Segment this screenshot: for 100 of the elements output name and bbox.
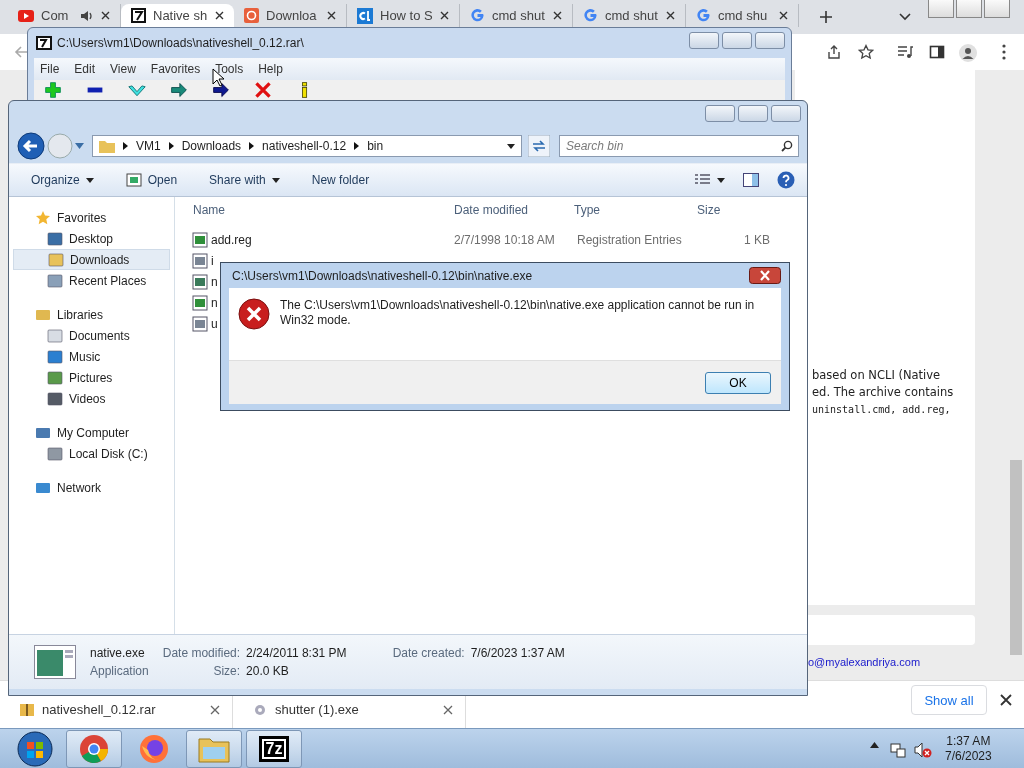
browser-icon	[139, 733, 169, 764]
sidebar-item[interactable]: Network	[9, 477, 174, 498]
menu-icon[interactable]	[1002, 44, 1006, 60]
close-icon[interactable]	[327, 11, 336, 20]
taskbar-button[interactable]: 7z	[246, 729, 302, 768]
menu-item[interactable]: Tools	[215, 62, 244, 76]
sidebar-item[interactable]: Music	[9, 346, 174, 367]
chevron-icon[interactable]	[899, 13, 911, 21]
search-field[interactable]: Search bin	[559, 135, 799, 157]
sidebar-item[interactable]: Desktop	[9, 228, 174, 249]
column-header[interactable]: Date modified	[454, 203, 574, 217]
close-icon[interactable]	[440, 11, 449, 20]
sidebar-item[interactable]: Videos	[9, 388, 174, 409]
profile-icon[interactable]	[959, 44, 977, 62]
close-icon[interactable]	[666, 11, 675, 20]
arrow-icon[interactable]	[170, 81, 188, 99]
close-icon[interactable]	[1000, 694, 1012, 706]
speaker-icon[interactable]	[80, 9, 94, 22]
close-icon[interactable]	[553, 11, 562, 20]
start-button[interactable]	[15, 729, 55, 768]
column-header[interactable]: Name	[193, 203, 454, 217]
toolbar-button[interactable]: Open	[117, 169, 186, 191]
sidebar-item[interactable]: Pictures	[9, 367, 174, 388]
back-arrow-icon[interactable]	[14, 45, 28, 59]
close-icon[interactable]	[210, 704, 220, 715]
window-controls[interactable]	[689, 32, 785, 49]
sidebar-item[interactable]: Downloads	[13, 249, 170, 270]
plus-icon[interactable]	[44, 81, 62, 99]
desktop-icon	[47, 230, 63, 247]
scrollbar-thumb[interactable]	[1010, 460, 1022, 655]
close-icon[interactable]	[215, 11, 224, 20]
close-icon[interactable]	[101, 11, 110, 20]
clock-time[interactable]: 1:37 AM	[946, 734, 991, 749]
view-options-icon[interactable]	[695, 174, 725, 186]
side-panel-icon[interactable]	[929, 44, 945, 60]
clock-date[interactable]: 7/6/2023	[945, 749, 992, 764]
pictures-icon	[47, 369, 63, 386]
menu-item[interactable]: Edit	[74, 62, 96, 76]
close-button[interactable]	[749, 267, 781, 284]
menu-item[interactable]: Help	[258, 62, 283, 76]
field-value: 7/6/2023 1:37 AM	[470, 646, 565, 660]
chevron-right-icon[interactable]	[354, 142, 360, 150]
address-bar[interactable]: VM1 Downloads nativeshell-0.12 bin	[92, 135, 522, 157]
browser-tab[interactable]: Native sh	[121, 4, 234, 27]
sidebar-item[interactable]: Recent Places	[9, 270, 174, 291]
column-header[interactable]: Size	[694, 203, 767, 217]
network-icon[interactable]	[890, 742, 906, 758]
search-icon[interactable]	[781, 140, 793, 152]
playlist-icon[interactable]	[897, 44, 913, 60]
show-hidden-icons[interactable]	[870, 742, 879, 748]
menu-item[interactable]: View	[110, 62, 136, 76]
column-header[interactable]: Type	[574, 203, 694, 217]
download-item[interactable]: shutter (1).exe	[275, 702, 435, 717]
download-item[interactable]: nativeshell_0.12.rar	[42, 702, 202, 717]
videos-icon	[47, 390, 63, 407]
star-icon	[35, 209, 51, 226]
document-icon	[47, 327, 63, 344]
folder-icon	[99, 139, 115, 153]
sidebar-item[interactable]: Libraries	[9, 304, 174, 325]
chevron-right-icon[interactable]	[249, 142, 255, 150]
preview-pane-icon[interactable]	[743, 173, 759, 187]
back-button[interactable]	[17, 132, 45, 160]
article-text: based on NCLI (Native	[812, 367, 942, 384]
muted-speaker-icon[interactable]	[914, 742, 932, 758]
show-all-button[interactable]: Show all	[911, 685, 987, 715]
field-value: 2/24/2011 8:31 PM	[246, 646, 347, 660]
star-icon[interactable]	[858, 44, 874, 60]
help-icon[interactable]	[777, 171, 795, 189]
chevron-right-icon[interactable]	[168, 142, 174, 150]
close-icon[interactable]	[443, 704, 453, 715]
sidebar-item[interactable]: My Computer	[9, 422, 174, 443]
breadcrumb-item[interactable]: VM1	[136, 139, 161, 153]
breadcrumb-item[interactable]: nativeshell-0.12	[262, 139, 347, 153]
breadcrumb-item[interactable]: bin	[367, 139, 384, 153]
toolbar-button[interactable]: Organize	[23, 169, 102, 191]
ok-button[interactable]: OK	[705, 371, 771, 394]
sidebar-item[interactable]: Favorites	[9, 207, 174, 228]
new-tab-icon[interactable]	[819, 10, 833, 24]
email-link[interactable]: o@myalexandriya.com	[808, 656, 921, 668]
sidebar-item[interactable]: Documents	[9, 325, 174, 346]
dropdown-arrow-icon[interactable]	[507, 143, 515, 149]
taskbar-button[interactable]	[66, 729, 122, 768]
play-icon	[18, 9, 34, 22]
share-icon[interactable]	[826, 44, 842, 60]
toolbar-button[interactable]: Share with	[201, 169, 288, 191]
window-controls[interactable]	[928, 0, 1010, 18]
sidebar-item[interactable]: Local Disk (C:)	[9, 443, 174, 464]
application-icon	[34, 645, 76, 679]
refresh-icon[interactable]	[528, 135, 550, 157]
browser-icon	[79, 733, 109, 764]
close-icon[interactable]	[779, 11, 788, 20]
file-name[interactable]: add.reg	[211, 232, 451, 247]
breadcrumb-item[interactable]: Downloads	[181, 139, 242, 153]
window-controls[interactable]	[705, 105, 801, 122]
menu-item[interactable]: Favorites	[150, 62, 201, 76]
menu-item[interactable]: File	[40, 62, 60, 76]
arrow-icon[interactable]	[212, 81, 230, 99]
chevron-right-icon[interactable]	[123, 142, 128, 150]
table-cell-text: Registration Entries	[577, 232, 683, 247]
toolbar-button[interactable]: New folder	[303, 169, 378, 191]
